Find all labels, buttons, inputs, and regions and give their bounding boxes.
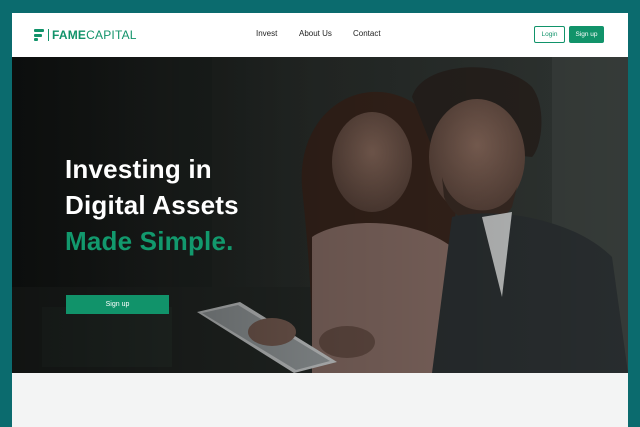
nav-item-contact[interactable]: Contact: [353, 29, 381, 38]
top-navbar: FAMECAPITAL Invest About Us Contact Logi…: [12, 13, 628, 57]
headline-line-3: Made Simple.: [65, 226, 234, 256]
next-section: [12, 373, 628, 427]
brand-logo[interactable]: FAMECAPITAL: [34, 28, 137, 42]
hero-section: Investing in Digital Assets Made Simple.…: [12, 57, 628, 373]
headline-line-2: Digital Assets: [65, 190, 239, 220]
login-button[interactable]: Login: [534, 26, 565, 43]
nav-item-about-us[interactable]: About Us: [299, 29, 332, 38]
logo-icon: [34, 29, 44, 41]
hero-signup-button[interactable]: Sign up: [66, 295, 169, 314]
headline-line-1: Investing in: [65, 154, 212, 184]
hero-headline: Investing in Digital Assets Made Simple.: [65, 151, 239, 259]
browser-frame: FAMECAPITAL Invest About Us Contact Logi…: [12, 13, 628, 427]
logo-text: FAMECAPITAL: [52, 28, 137, 42]
signup-button[interactable]: Sign up: [569, 26, 604, 43]
nav-item-invest[interactable]: Invest: [256, 29, 277, 38]
logo-divider: [48, 29, 49, 41]
